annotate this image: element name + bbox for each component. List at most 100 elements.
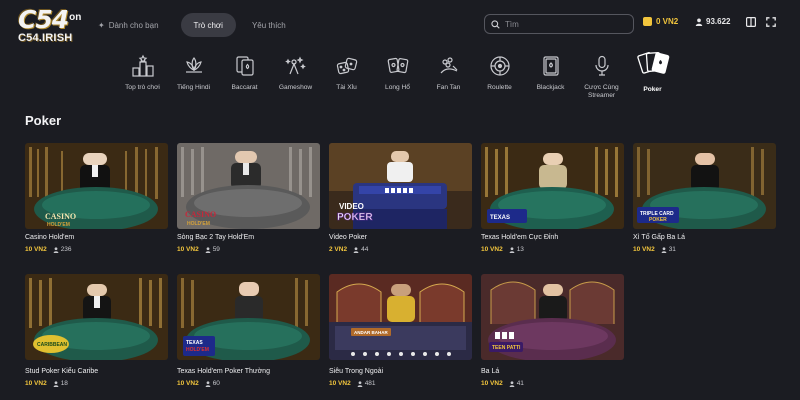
player-count: 18 <box>53 380 68 387</box>
section-title: Poker <box>25 113 62 128</box>
category-fan-tan[interactable]: Fan Tan <box>423 54 474 100</box>
nav-games[interactable]: Trò chơi <box>180 13 236 37</box>
fullscreen-button[interactable] <box>764 15 778 29</box>
brand-domain: C54.IRISH <box>18 32 73 44</box>
game-card[interactable]: VIDEO POKER Video Poker 2 VN2 44 <box>329 143 472 253</box>
user-icon <box>53 246 59 253</box>
category-label: Tiếng Hindi <box>176 84 211 91</box>
search-input[interactable] <box>505 19 625 29</box>
user-icon <box>357 380 363 387</box>
category-top-games[interactable]: Top trò chơi <box>117 54 168 100</box>
svg-text:TEXAS: TEXAS <box>186 340 203 346</box>
game-thumbnail[interactable]: TEXAS <box>481 143 624 229</box>
sparkle-icon: ✦ <box>98 20 105 30</box>
svg-text:HOLD'EM: HOLD'EM <box>47 222 70 228</box>
user-icon <box>53 380 59 387</box>
category-dragon-tiger[interactable]: Long Hổ <box>372 54 423 100</box>
game-thumbnail[interactable]: CARIBBEAN <box>25 274 168 360</box>
brand-on: on <box>69 12 82 23</box>
category-label: Blackjack <box>536 84 565 91</box>
user-icon <box>509 380 515 387</box>
svg-text:CARIBBEAN: CARIBBEAN <box>37 342 67 348</box>
game-price: 10 VN2 <box>177 380 199 387</box>
dealer-table-image: CASINO HOLD'EM <box>25 143 168 229</box>
svg-text:HOLD'EM: HOLD'EM <box>186 347 209 353</box>
dealer-table-image: TEXAS HOLD'EM <box>177 274 320 360</box>
nav-for-you-label: Dành cho bạn <box>108 20 159 30</box>
game-thumbnail[interactable]: TEEN PATTI <box>481 274 624 360</box>
wallet-balance[interactable]: 0 VN2 <box>643 17 678 26</box>
dice-icon <box>336 57 357 75</box>
game-card[interactable]: TRIPLE CARD POKER Xì Tố Gấp Ba Lá 10 VN2… <box>633 143 776 253</box>
game-card[interactable]: TEXAS HOLD'EM Texas Hold'em Poker Thường… <box>177 274 320 387</box>
user-icon <box>695 18 703 26</box>
dragon-tiger-icon <box>387 57 408 74</box>
game-thumbnail[interactable]: TEXAS HOLD'EM <box>177 274 320 360</box>
game-title: Siêu Trong Ngoài <box>329 368 384 375</box>
baccarat-icon <box>235 56 254 76</box>
search-icon <box>491 19 500 29</box>
svg-text:POKER: POKER <box>649 217 667 223</box>
game-thumbnail[interactable]: VIDEO POKER <box>329 143 472 229</box>
dealer-table-image: VIDEO POKER <box>329 143 472 229</box>
game-meta: 10 VN2 13 <box>481 246 624 253</box>
svg-text:ANDAR BAHAR: ANDAR BAHAR <box>354 330 388 335</box>
category-label: Fan Tan <box>436 84 461 91</box>
game-card[interactable]: CASINO HOLD'EM Sòng Bạc 2 Tay Hold'Em 10… <box>177 143 320 253</box>
category-hindi[interactable]: Tiếng Hindi <box>168 54 219 100</box>
poker-cards-icon <box>636 51 669 74</box>
game-card[interactable]: CASINO HOLD'EM Casino Hold'em 10 VN2 236 <box>25 143 168 253</box>
game-thumbnail[interactable]: CASINO HOLD'EM <box>177 143 320 229</box>
game-title: Stud Poker Kiểu Caribe <box>25 368 99 375</box>
game-card[interactable]: TEXAS Texas Hold'em Cực Đỉnh 10 VN2 13 <box>481 143 624 253</box>
brand-name: C54 <box>18 5 69 34</box>
game-thumbnail[interactable]: TRIPLE CARD POKER <box>633 143 776 229</box>
game-meta: 2 VN2 44 <box>329 246 472 253</box>
category-label: Roulette <box>487 84 512 91</box>
layout-icon <box>746 17 756 27</box>
game-thumbnail[interactable]: CASINO HOLD'EM <box>25 143 168 229</box>
category-roulette[interactable]: Roulette <box>474 54 525 100</box>
fan-tan-icon <box>440 57 457 74</box>
svg-text:TEXAS: TEXAS <box>490 215 510 221</box>
category-bar: Top trò chơi Tiếng Hindi Baccarat Gamesh… <box>117 51 678 100</box>
game-price: 10 VN2 <box>633 246 655 253</box>
player-count-value: 60 <box>212 380 220 387</box>
category-poker[interactable]: Poker <box>627 51 678 100</box>
podium-icon <box>131 54 154 77</box>
layout-button[interactable] <box>744 15 758 29</box>
main-nav: ✦ Dành cho bạn Trò chơi Yêu thích <box>98 13 298 37</box>
roulette-icon <box>489 56 510 76</box>
svg-text:CASINO: CASINO <box>185 210 216 219</box>
search-box[interactable] <box>484 14 634 34</box>
game-meta: 10 VN2 481 <box>329 380 472 387</box>
game-meta: 10 VN2 59 <box>177 246 320 253</box>
game-thumbnail[interactable]: ANDAR BAHAR <box>329 274 472 360</box>
game-title: Video Poker <box>329 234 368 241</box>
nav-favorites[interactable]: Yêu thích <box>240 13 298 37</box>
category-baccarat[interactable]: Baccarat <box>219 54 270 100</box>
nav-for-you[interactable]: ✦ Dành cho bạn <box>98 13 171 37</box>
online-count: 93.622 <box>706 17 731 26</box>
svg-text:CASINO: CASINO <box>45 212 76 221</box>
player-count-value: 44 <box>361 246 369 253</box>
game-meta: 10 VN2 18 <box>25 380 168 387</box>
game-title: Xì Tố Gấp Ba Lá <box>633 234 686 241</box>
dealer-table-image: CARIBBEAN <box>25 274 168 360</box>
player-count-value: 13 <box>516 246 524 253</box>
category-blackjack[interactable]: Blackjack <box>525 54 576 100</box>
game-card[interactable]: CARIBBEAN Stud Poker Kiểu Caribe 10 VN2 … <box>25 274 168 387</box>
game-card[interactable]: TEEN PATTI Ba Lá 10 VN2 41 <box>481 274 624 387</box>
category-gameshow[interactable]: Gameshow <box>270 54 321 100</box>
dealer-table-image: TEEN PATTI <box>481 274 624 360</box>
category-streamer[interactable]: Cược Cùng Streamer <box>576 54 627 100</box>
game-card[interactable]: ANDAR BAHAR Siêu Trong Ngoài 10 VN2 481 <box>329 274 472 387</box>
nav-games-label: Trò chơi <box>193 20 223 30</box>
brand-logo[interactable]: C54 on C54.IRISH <box>18 5 84 46</box>
game-title: Sòng Bạc 2 Tay Hold'Em <box>177 234 255 241</box>
game-meta: 10 VN2 41 <box>481 380 624 387</box>
game-price: 10 VN2 <box>177 246 199 253</box>
category-taixiu[interactable]: Tài Xỉu <box>321 54 372 100</box>
player-count: 481 <box>357 380 376 387</box>
svg-text:POKER: POKER <box>337 212 373 223</box>
